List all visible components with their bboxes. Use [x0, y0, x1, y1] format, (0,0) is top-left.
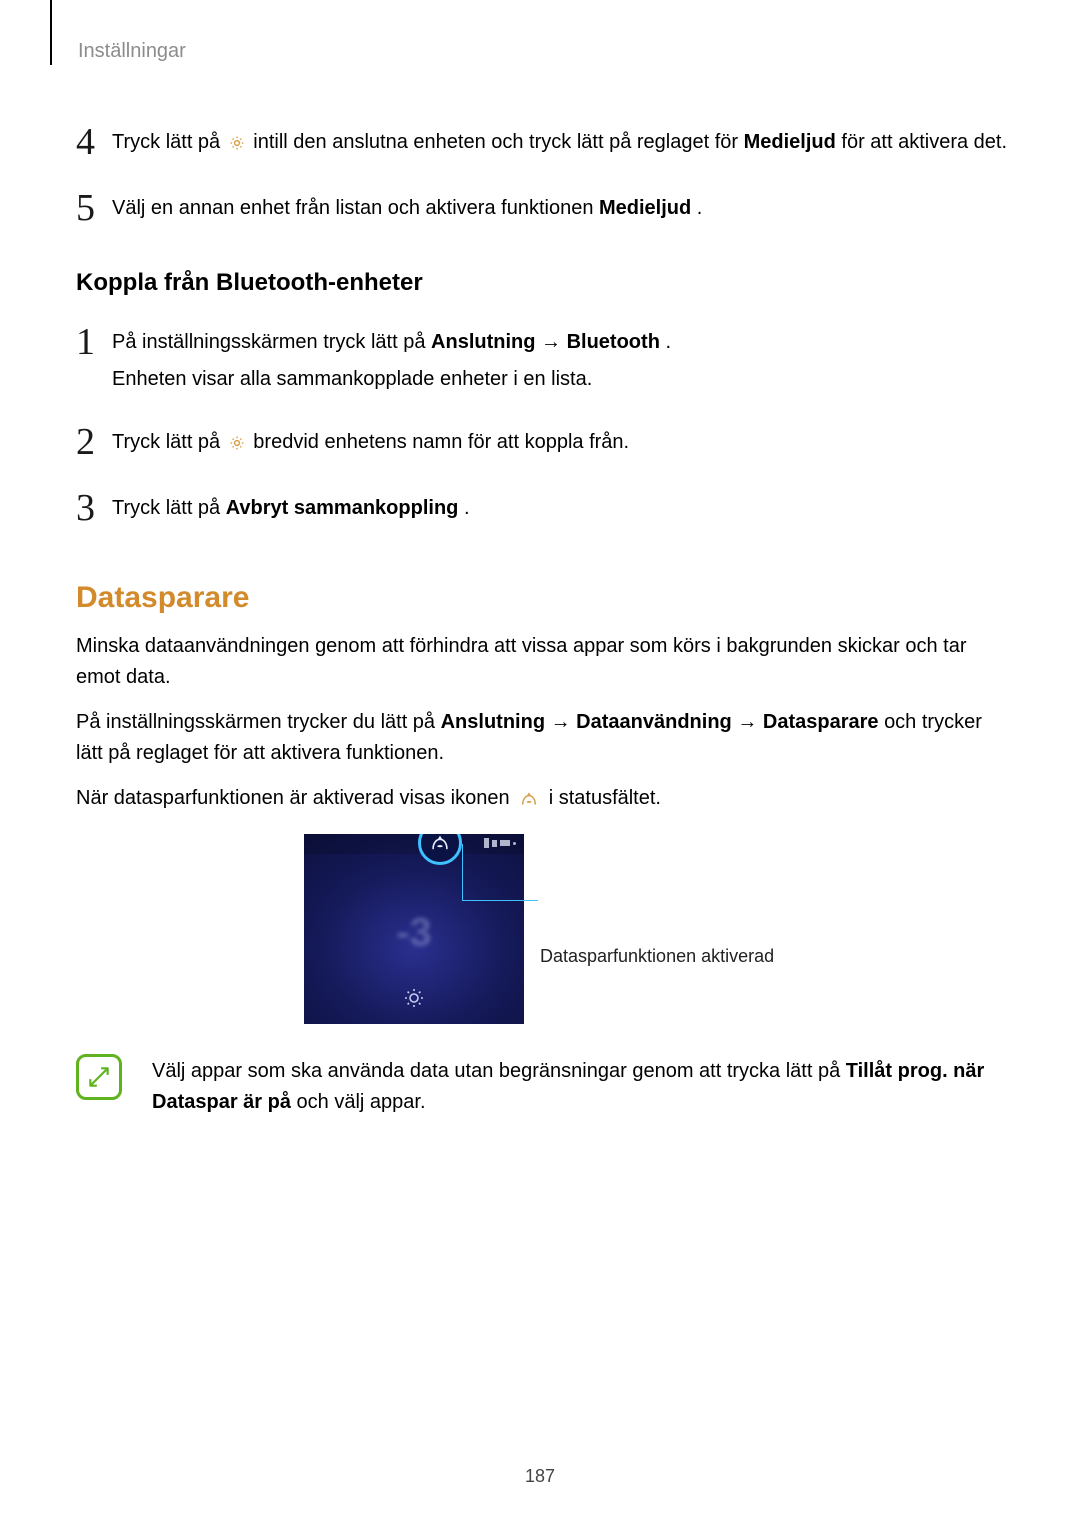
step-number: 2: [76, 423, 112, 461]
step-body: Tryck lätt på intill den anslutna enhete…: [112, 123, 1007, 158]
datasaver-icon: [519, 789, 539, 809]
note-text: Välj appar som ska använda data utan beg…: [152, 1054, 1008, 1118]
bold-text: Anslutning: [431, 331, 535, 353]
bold-text: Avbryt sammankoppling: [226, 497, 459, 519]
callout-datasaver-active: Datasparfunktionen aktiverad: [540, 891, 780, 967]
step-body: Tryck lätt på bredvid enhetens namn för …: [112, 423, 629, 458]
bold-text: Medieljud: [744, 131, 836, 153]
step-4: 4 Tryck lätt på intill den anslutna enhe…: [76, 123, 1008, 161]
figure-datasaver: -3 Datasparfunktionen aktiverad: [76, 834, 1008, 1024]
step-number: 3: [76, 489, 112, 527]
arrow: →: [551, 711, 577, 733]
manual-page: Inställningar 4 Tryck lätt på intill den…: [0, 0, 1080, 1527]
subheading-koppla: Koppla från Bluetooth-enheter: [76, 269, 1008, 297]
text: Välj en annan enhet från listan och akti…: [112, 197, 599, 219]
phone-screenshot: -3: [304, 834, 524, 1024]
text: På inställningsskärmen tryck lätt på: [112, 331, 431, 353]
text: När datasparfunktionen är aktiverad visa…: [76, 787, 515, 809]
bold-text: Dataanvändning: [576, 711, 732, 733]
text: .: [697, 197, 703, 219]
step-b2: 2 Tryck lätt på bredvid enhetens namn fö…: [76, 423, 1008, 461]
paragraph: När datasparfunktionen är aktiverad visa…: [76, 783, 1008, 814]
page-number: 187: [0, 1466, 1080, 1487]
gear-icon: [228, 134, 246, 152]
text: och välj appar.: [297, 1091, 426, 1113]
step-number: 5: [76, 189, 112, 227]
step-body: Tryck lätt på Avbryt sammankoppling .: [112, 489, 470, 524]
paragraph: På inställningsskärmen trycker du lätt p…: [76, 707, 1008, 769]
arrow: →: [541, 331, 567, 353]
brightness-value: -3: [396, 910, 432, 955]
step-number: 4: [76, 123, 112, 161]
bold-text: Anslutning: [441, 711, 545, 733]
section-breadcrumb: Inställningar: [78, 40, 1008, 63]
step-body: Välj en annan enhet från listan och akti…: [112, 189, 702, 224]
leader-line-h: [462, 900, 538, 901]
arrow: →: [737, 711, 763, 733]
step-b3: 3 Tryck lätt på Avbryt sammankoppling .: [76, 489, 1008, 527]
step-body: På inställningsskärmen tryck lätt på Ans…: [112, 323, 671, 395]
step-number: 1: [76, 323, 112, 361]
text: Tryck lätt på: [112, 431, 226, 453]
heading-datasparare: Datasparare: [76, 581, 1008, 615]
bold-text: Medieljud: [599, 197, 691, 219]
text: .: [464, 497, 470, 519]
text: Tryck lätt på: [112, 131, 226, 153]
bold-text: Datasparare: [763, 711, 879, 733]
bold-text: Bluetooth: [567, 331, 660, 353]
leader-line-v: [462, 844, 463, 900]
note-block: Välj appar som ska använda data utan beg…: [76, 1054, 1008, 1118]
text: Välj appar som ska använda data utan beg…: [152, 1060, 846, 1082]
gear-icon: [228, 434, 246, 452]
text: Tryck lätt på: [112, 497, 226, 519]
text: .: [665, 331, 671, 353]
paragraph: Minska dataanvändningen genom att förhin…: [76, 631, 1008, 693]
datasaver-status-highlight: [418, 834, 462, 865]
text: På inställningsskärmen trycker du lätt p…: [76, 711, 441, 733]
text: i statusfältet.: [549, 787, 661, 809]
device-status-icons: [484, 838, 516, 848]
step-b1: 1 På inställningsskärmen tryck lätt på A…: [76, 323, 1008, 395]
note-icon: [76, 1054, 122, 1100]
text: bredvid enhetens namn för att koppla frå…: [253, 431, 629, 453]
sub-text: Enheten visar alla sammankopplade enhete…: [112, 364, 671, 395]
header-left-bar: [50, 0, 52, 65]
text: intill den anslutna enheten och tryck lä…: [253, 131, 743, 153]
brightness-sun-icon: [402, 986, 426, 1010]
step-5: 5 Välj en annan enhet från listan och ak…: [76, 189, 1008, 227]
text: för att aktivera det.: [841, 131, 1007, 153]
